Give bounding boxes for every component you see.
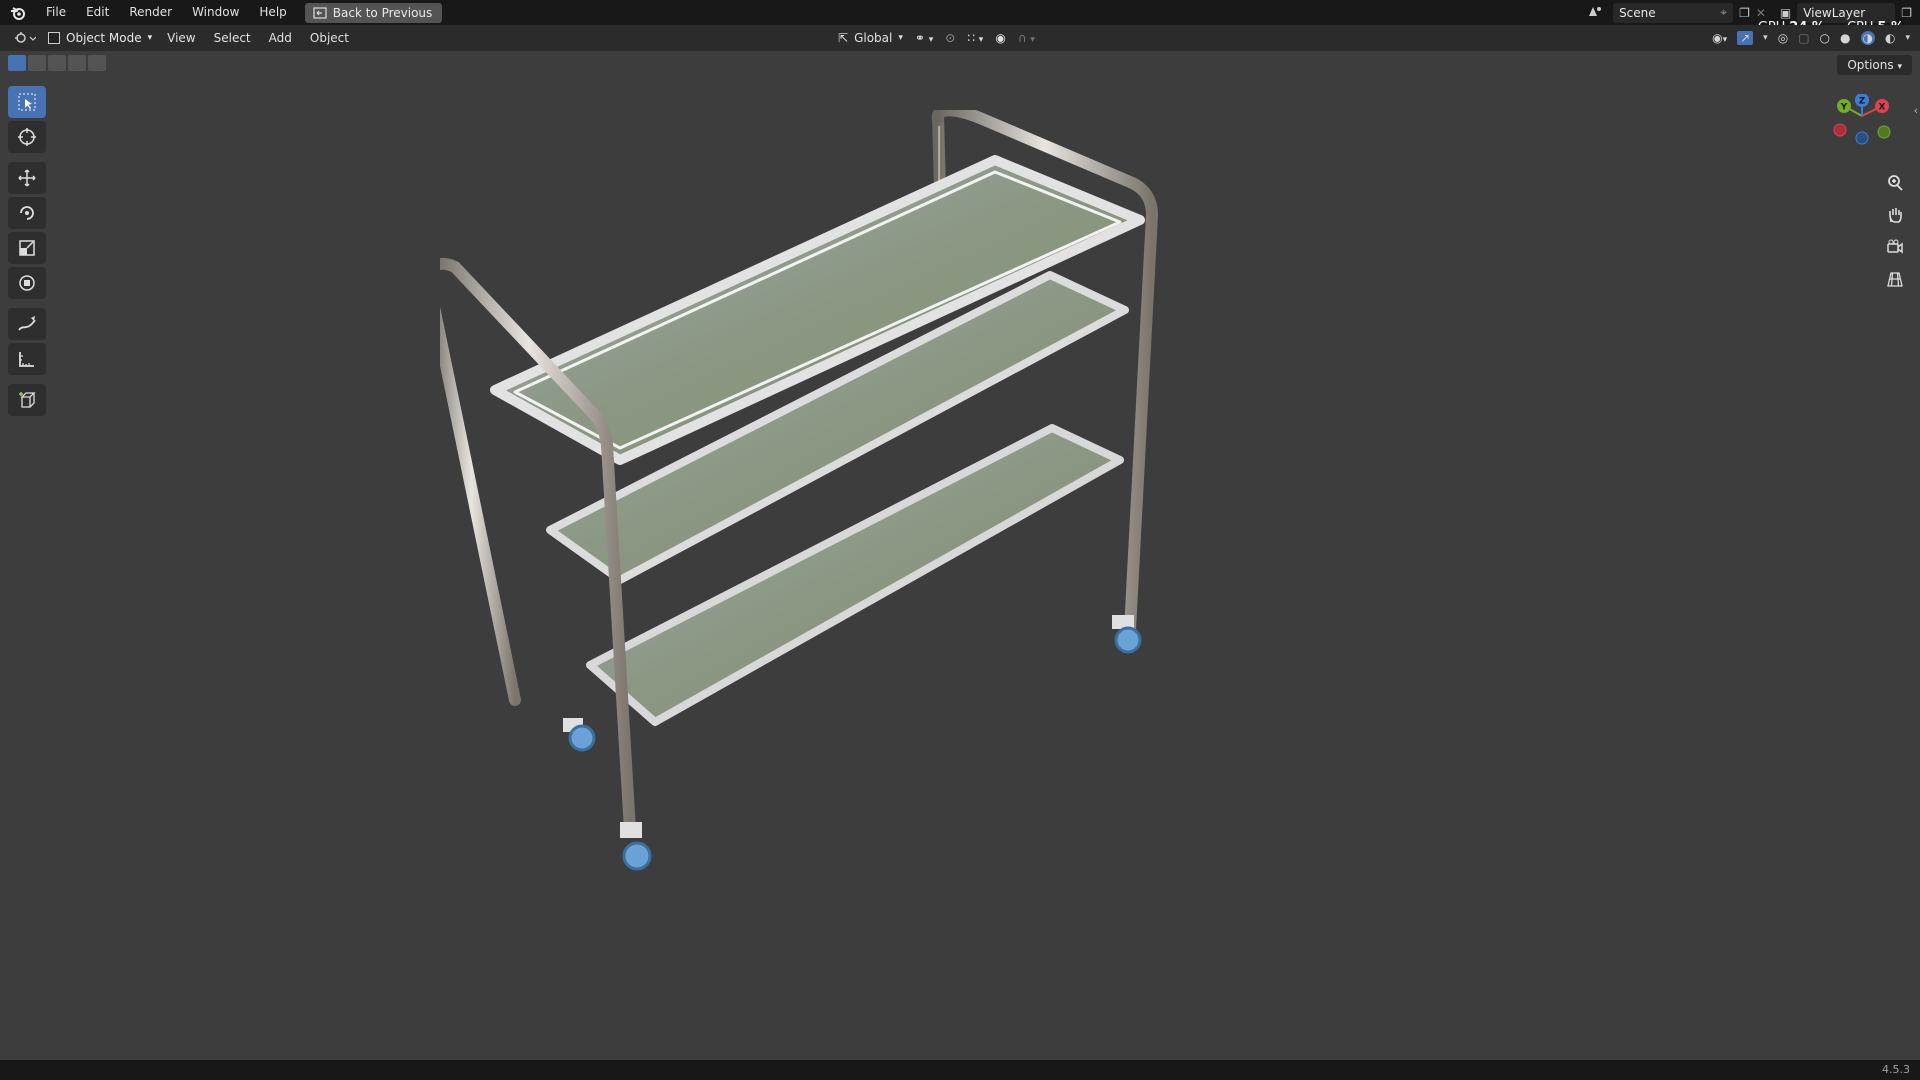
back-icon (313, 6, 327, 19)
pin-icon[interactable]: ⌖ (1720, 5, 1727, 20)
pivot-point-icon[interactable]: ⚭ ▾ (915, 31, 933, 45)
scene-name: Scene (1619, 5, 1656, 20)
cursor-icon (18, 128, 36, 146)
measure-tool[interactable] (8, 343, 46, 375)
menu-edit[interactable]: Edit (76, 0, 119, 25)
rotate-icon (20, 206, 34, 220)
new-view-layer-icon[interactable]: ❐ (1901, 6, 1912, 20)
viewport-header: Object Mode ▾ View Select Add Object ⇱ G… (0, 25, 1920, 51)
chevron-down-icon[interactable]: ▾ (1905, 33, 1910, 43)
neg-y-axis-icon[interactable] (1877, 125, 1891, 139)
solid-shading-icon[interactable]: ● (1840, 31, 1850, 45)
options-label: Options (1847, 58, 1894, 72)
wireframe-shading-icon[interactable]: ○ (1820, 31, 1830, 45)
scene-icon[interactable] (1583, 4, 1607, 21)
select-box-icon (18, 93, 36, 111)
neg-x-axis-icon[interactable] (1833, 123, 1847, 137)
options-dropdown[interactable]: Options ▾ (1837, 55, 1912, 75)
menu-file[interactable]: File (36, 0, 76, 25)
chevron-down-icon: ▾ (898, 33, 903, 43)
menu-object[interactable]: Object (301, 31, 358, 45)
chevron-down-icon: ▾ (147, 33, 153, 43)
gizmo-toggle-icon[interactable]: ↗ (1737, 31, 1754, 45)
menu-select[interactable]: Select (205, 31, 260, 45)
pan-hand-icon[interactable] (1882, 202, 1908, 228)
selection-mode-buttons (8, 55, 106, 71)
select-extend-icon[interactable] (28, 55, 46, 71)
snap-increment-icon[interactable]: ∷ ▾ (967, 31, 983, 45)
blender-logo-icon[interactable] (0, 0, 36, 25)
move-icon (18, 169, 36, 187)
add-cube-icon (19, 392, 36, 408)
chevron-down-icon: ▾ (1897, 62, 1902, 72)
measure-icon (19, 352, 34, 367)
view-layer-name: ViewLayer (1803, 5, 1866, 20)
rendered-shading-icon[interactable]: ◐ (1885, 31, 1895, 45)
scale-icon (19, 240, 35, 256)
caster-wheel (620, 822, 652, 871)
cursor-tool[interactable] (8, 121, 46, 153)
perspective-toggle-icon[interactable] (1882, 266, 1908, 292)
xray-icon[interactable]: ▢ (1798, 31, 1809, 45)
overlays-icon[interactable]: ◎ (1778, 31, 1788, 45)
editor-type-icon[interactable] (14, 31, 36, 45)
transform-icon (19, 275, 35, 291)
navigation-gizmo[interactable]: Y Z X (1822, 94, 1902, 164)
caster-wheel (563, 718, 596, 752)
add-cube-tool[interactable] (8, 384, 46, 416)
object-mode-label: Object Mode (66, 31, 142, 45)
snap-icon[interactable]: ⊙ (945, 31, 955, 45)
object-mode-dropdown[interactable]: Object Mode ▾ (42, 28, 159, 48)
select-intersect-icon[interactable] (88, 55, 106, 71)
menu-help[interactable]: Help (249, 0, 296, 25)
delete-scene-icon[interactable]: ✕ (1756, 6, 1766, 20)
status-bar: 4.5.3 (0, 1060, 1920, 1080)
menu-add[interactable]: Add (260, 31, 301, 45)
navigation-buttons (1882, 170, 1908, 292)
transform-orientation-dropdown[interactable]: ⇱ Global ▾ (838, 31, 903, 45)
select-invert-icon[interactable] (68, 55, 86, 71)
viewport-display-tools: ◉▾ ↗ ▾ ◎ ▢ ○ ● ◑ ◐ ▾ (1712, 25, 1910, 51)
transform-tool[interactable] (8, 267, 46, 299)
select-box-tool[interactable] (8, 86, 46, 118)
visibility-icon[interactable]: ◉▾ (1712, 31, 1727, 45)
back-to-previous-label: Back to Previous (332, 5, 433, 20)
view-layer-icon[interactable]: ▣ (1780, 6, 1791, 20)
top-bar: File Edit Render Window Help Back to Pre… (0, 0, 1920, 25)
proportional-editing-icon[interactable]: ◉ (995, 31, 1005, 45)
zoom-icon[interactable] (1882, 170, 1908, 196)
annotate-icon (18, 316, 36, 331)
select-subtract-icon[interactable] (48, 55, 66, 71)
rotate-tool[interactable] (8, 197, 46, 229)
scale-tool[interactable] (8, 232, 46, 264)
orientation-label: Global (854, 31, 893, 45)
new-scene-icon[interactable]: ❐ (1739, 6, 1750, 20)
object-mode-icon (48, 32, 60, 44)
menu-render[interactable]: Render (119, 0, 182, 25)
falloff-icon[interactable]: ∩ ▾ (1018, 31, 1035, 45)
transform-tools: ⇱ Global ▾ ⚭ ▾ ⊙ ∷ ▾ ◉ ∩ ▾ (838, 25, 1035, 51)
orientation-icon: ⇱ (838, 31, 849, 45)
svg-text:X: X (1879, 103, 1886, 113)
neg-z-axis-icon[interactable] (1855, 131, 1869, 145)
svg-text:Y: Y (1840, 103, 1848, 113)
back-to-previous-button[interactable]: Back to Previous (304, 2, 443, 23)
menu-window[interactable]: Window (182, 0, 249, 25)
scene-selector[interactable]: Scene ⌖ (1613, 2, 1734, 23)
tool-shelf (8, 86, 46, 419)
menu-view[interactable]: View (158, 31, 204, 45)
annotate-tool[interactable] (8, 308, 46, 340)
viewport-3d-cart[interactable] (440, 110, 1180, 950)
sidebar-toggle-icon[interactable]: ‹ (1914, 104, 1918, 117)
select-new-icon[interactable] (8, 55, 26, 71)
version-label: 4.5.3 (1882, 1063, 1910, 1076)
svg-text:Z: Z (1859, 97, 1866, 107)
move-tool[interactable] (8, 162, 46, 194)
material-shading-icon[interactable]: ◑ (1860, 31, 1875, 45)
camera-view-icon[interactable] (1882, 234, 1908, 260)
chevron-down-icon[interactable]: ▾ (1763, 33, 1768, 43)
